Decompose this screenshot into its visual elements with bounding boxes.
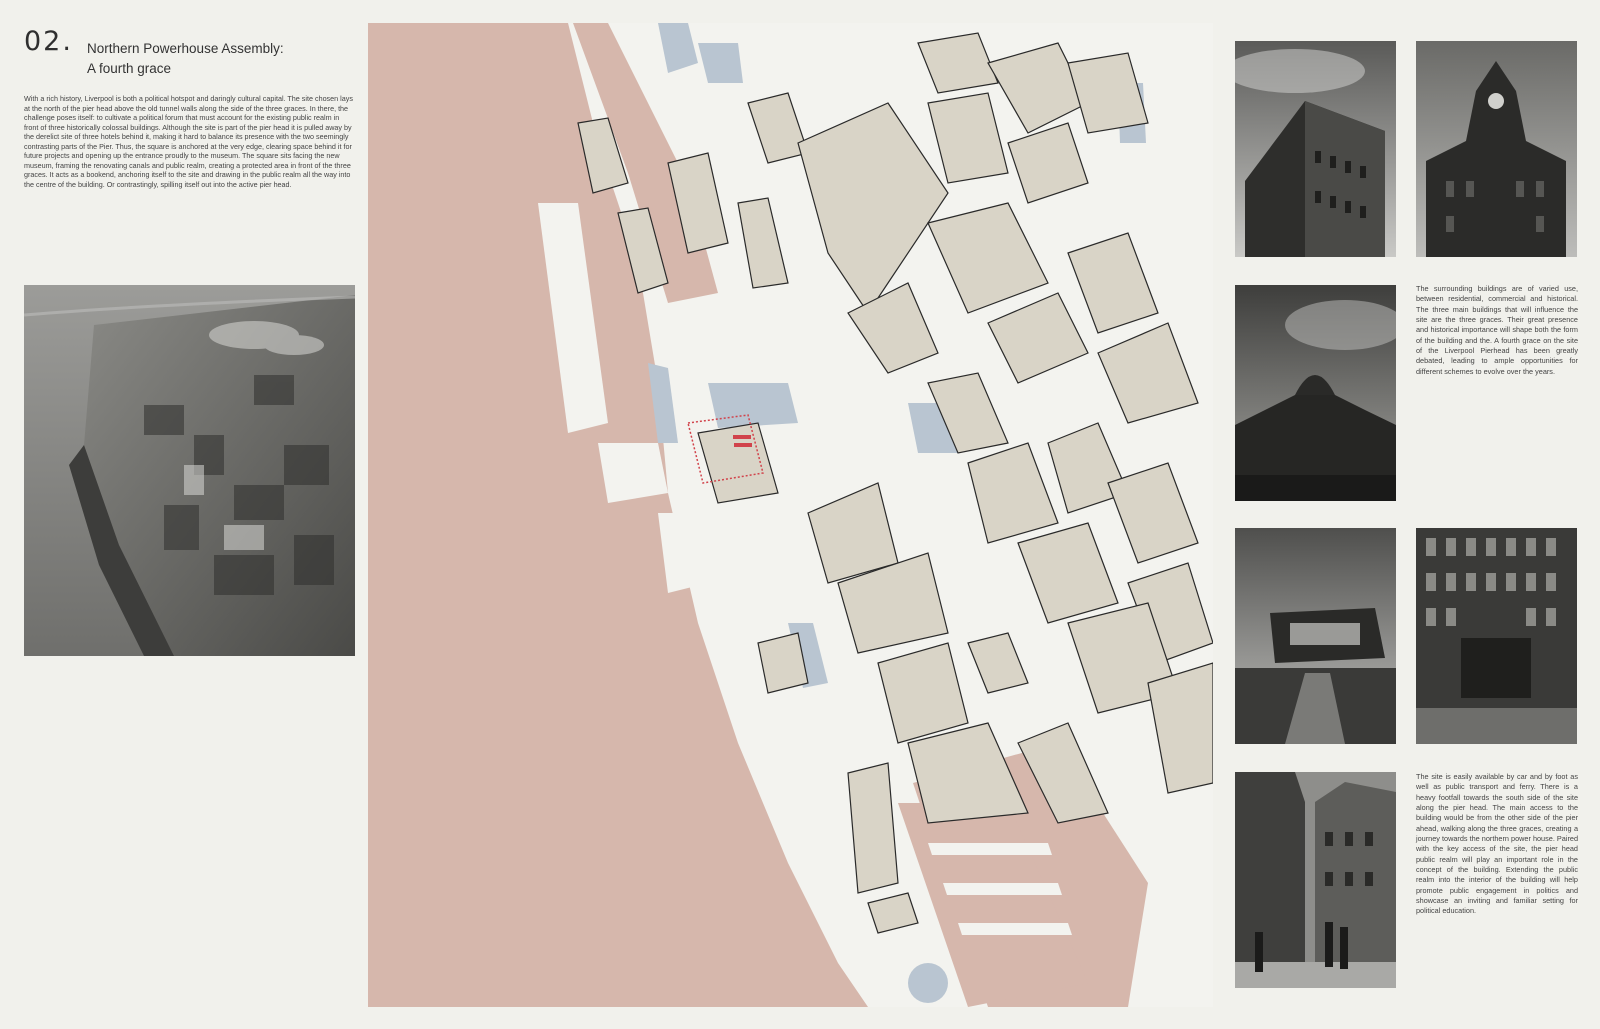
photo-museum-of-liverpool xyxy=(1235,528,1396,744)
aerial-photo xyxy=(24,285,355,656)
photo-port-of-liverpool-building xyxy=(1235,285,1396,501)
surrounding-buildings-paragraph: The surrounding buildings are of varied … xyxy=(1416,284,1578,376)
title-line-1: Northern Powerhouse Assembly: xyxy=(87,41,284,56)
site-plan-map xyxy=(368,23,1213,1007)
photo-liver-building xyxy=(1416,41,1577,257)
photo-building-facade xyxy=(1416,528,1577,744)
photo-cunard-building xyxy=(1235,41,1396,257)
title-line-2: A fourth grace xyxy=(87,61,172,76)
site-access-paragraph: The site is easily available by car and … xyxy=(1416,772,1578,916)
section-number: 02. xyxy=(24,26,73,57)
intro-paragraph: With a rich history, Liverpool is both a… xyxy=(24,94,353,189)
photo-pier-head-street xyxy=(1235,772,1396,988)
